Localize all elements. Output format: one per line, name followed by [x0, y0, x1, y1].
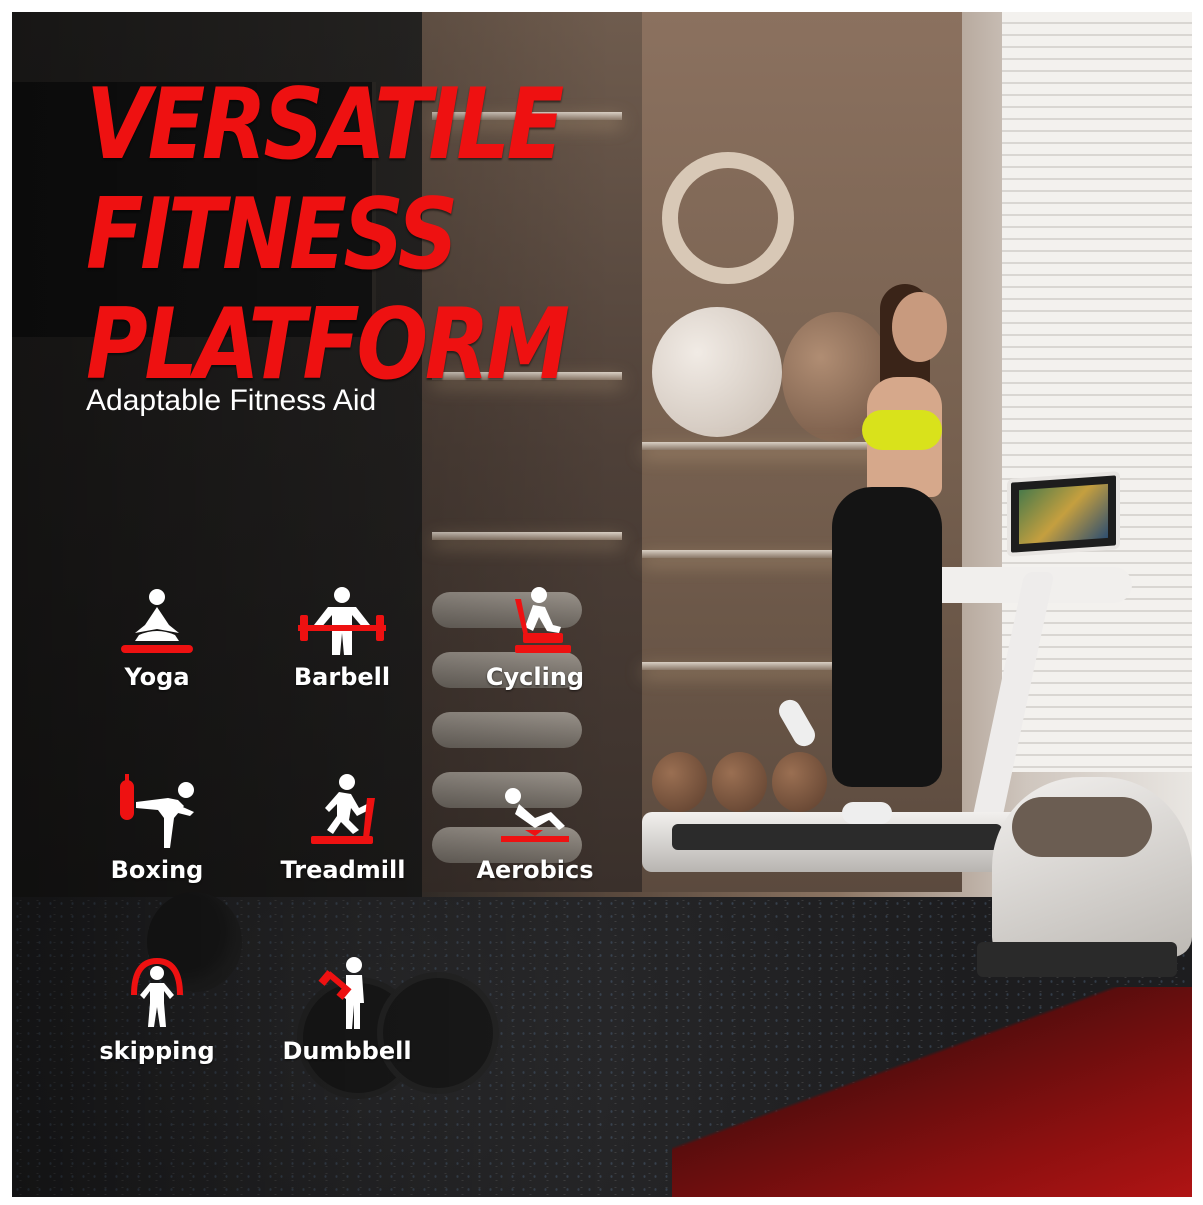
headline-line-2: FITNESS [86, 178, 458, 292]
activity-aerobics: Aerobics [460, 774, 610, 884]
headline-line-1: VERSATILE [86, 68, 564, 182]
aerobics-icon [501, 788, 569, 842]
dumbbell-icon [318, 957, 364, 1029]
activity-label: Barbell [293, 663, 391, 691]
activity-treadmill: Treadmill [268, 774, 418, 884]
activity-label: Cycling [485, 663, 585, 691]
activity-barbell: Barbell [267, 585, 417, 691]
activity-label: Dumbbell [282, 1037, 412, 1065]
activity-label: Aerobics [476, 856, 594, 884]
activity-label: skipping [99, 1037, 215, 1065]
activity-skipping: skipping [82, 955, 232, 1065]
treadmill-icon [311, 774, 375, 844]
activity-dumbbell: Dumbbell [272, 955, 422, 1065]
activity-label: Boxing [110, 856, 204, 884]
activity-yoga: Yoga [82, 585, 232, 691]
headline: VERSATILE FITNESS PLATFORM [86, 68, 570, 400]
woman-running [762, 284, 992, 832]
yoga-icon [121, 589, 193, 653]
activity-label: Treadmill [280, 856, 406, 884]
treadmill-screen [1007, 471, 1120, 557]
activity-boxing: Boxing [82, 774, 232, 884]
cycling-icon [515, 587, 571, 653]
skipping-icon [131, 957, 183, 1027]
activity-cycling: Cycling [460, 585, 610, 691]
subtitle: Adaptable Fitness Aid [86, 384, 377, 417]
red-corner-accent [672, 987, 1192, 1197]
boxing-icon [120, 774, 194, 848]
barbell-icon [298, 587, 386, 655]
activity-label: Yoga [124, 663, 190, 691]
